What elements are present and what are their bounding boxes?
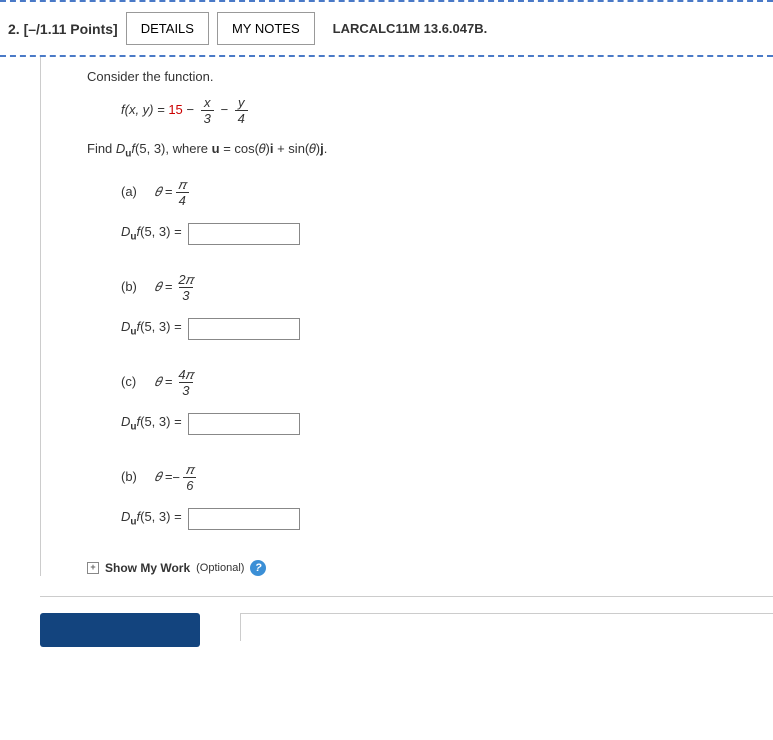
part-c-theta: (c) 𝜃 = 4𝜋3 — [121, 368, 773, 397]
optional-label: (Optional) — [196, 562, 244, 574]
show-my-work[interactable]: + Show My Work (Optional) ? — [87, 560, 773, 576]
question-body: Consider the function. f(x, y) = 15 − x3… — [40, 57, 773, 576]
expand-icon: + — [87, 562, 99, 574]
function-definition: f(x, y) = 15 − x3 − y4 — [121, 96, 773, 125]
part-d-answer: Duf(5, 3) = — [121, 508, 773, 530]
question-header: 2. [–/1.11 Points] DETAILS MY NOTES LARC… — [0, 2, 773, 57]
part-b-answer: Duf(5, 3) = — [121, 318, 773, 340]
source-label: LARCALC11M 13.6.047B. — [333, 21, 488, 36]
submit-button[interactable] — [40, 613, 200, 647]
footer-box — [240, 613, 773, 641]
my-notes-button[interactable]: MY NOTES — [217, 12, 315, 45]
part-d-theta: (b) 𝜃 = − 𝜋6 — [121, 463, 773, 492]
question-number: 2. [–/1.11 Points] — [8, 21, 118, 37]
answer-input-a[interactable] — [188, 223, 300, 245]
part-a-theta: (a) 𝜃 = 𝜋4 — [121, 178, 773, 207]
footer — [40, 596, 773, 647]
part-a-answer: Duf(5, 3) = — [121, 223, 773, 245]
answer-input-d[interactable] — [188, 508, 300, 530]
help-icon[interactable]: ? — [250, 560, 266, 576]
consider-text: Consider the function. — [87, 69, 773, 84]
details-button[interactable]: DETAILS — [126, 12, 209, 45]
find-instruction: Find Duf(5, 3), where u = cos(𝜃)i + sin(… — [87, 141, 773, 160]
show-my-work-label: Show My Work — [105, 561, 190, 575]
answer-input-b[interactable] — [188, 318, 300, 340]
part-b-theta: (b) 𝜃 = 2𝜋3 — [121, 273, 773, 302]
answer-input-c[interactable] — [188, 413, 300, 435]
part-c-answer: Duf(5, 3) = — [121, 413, 773, 435]
